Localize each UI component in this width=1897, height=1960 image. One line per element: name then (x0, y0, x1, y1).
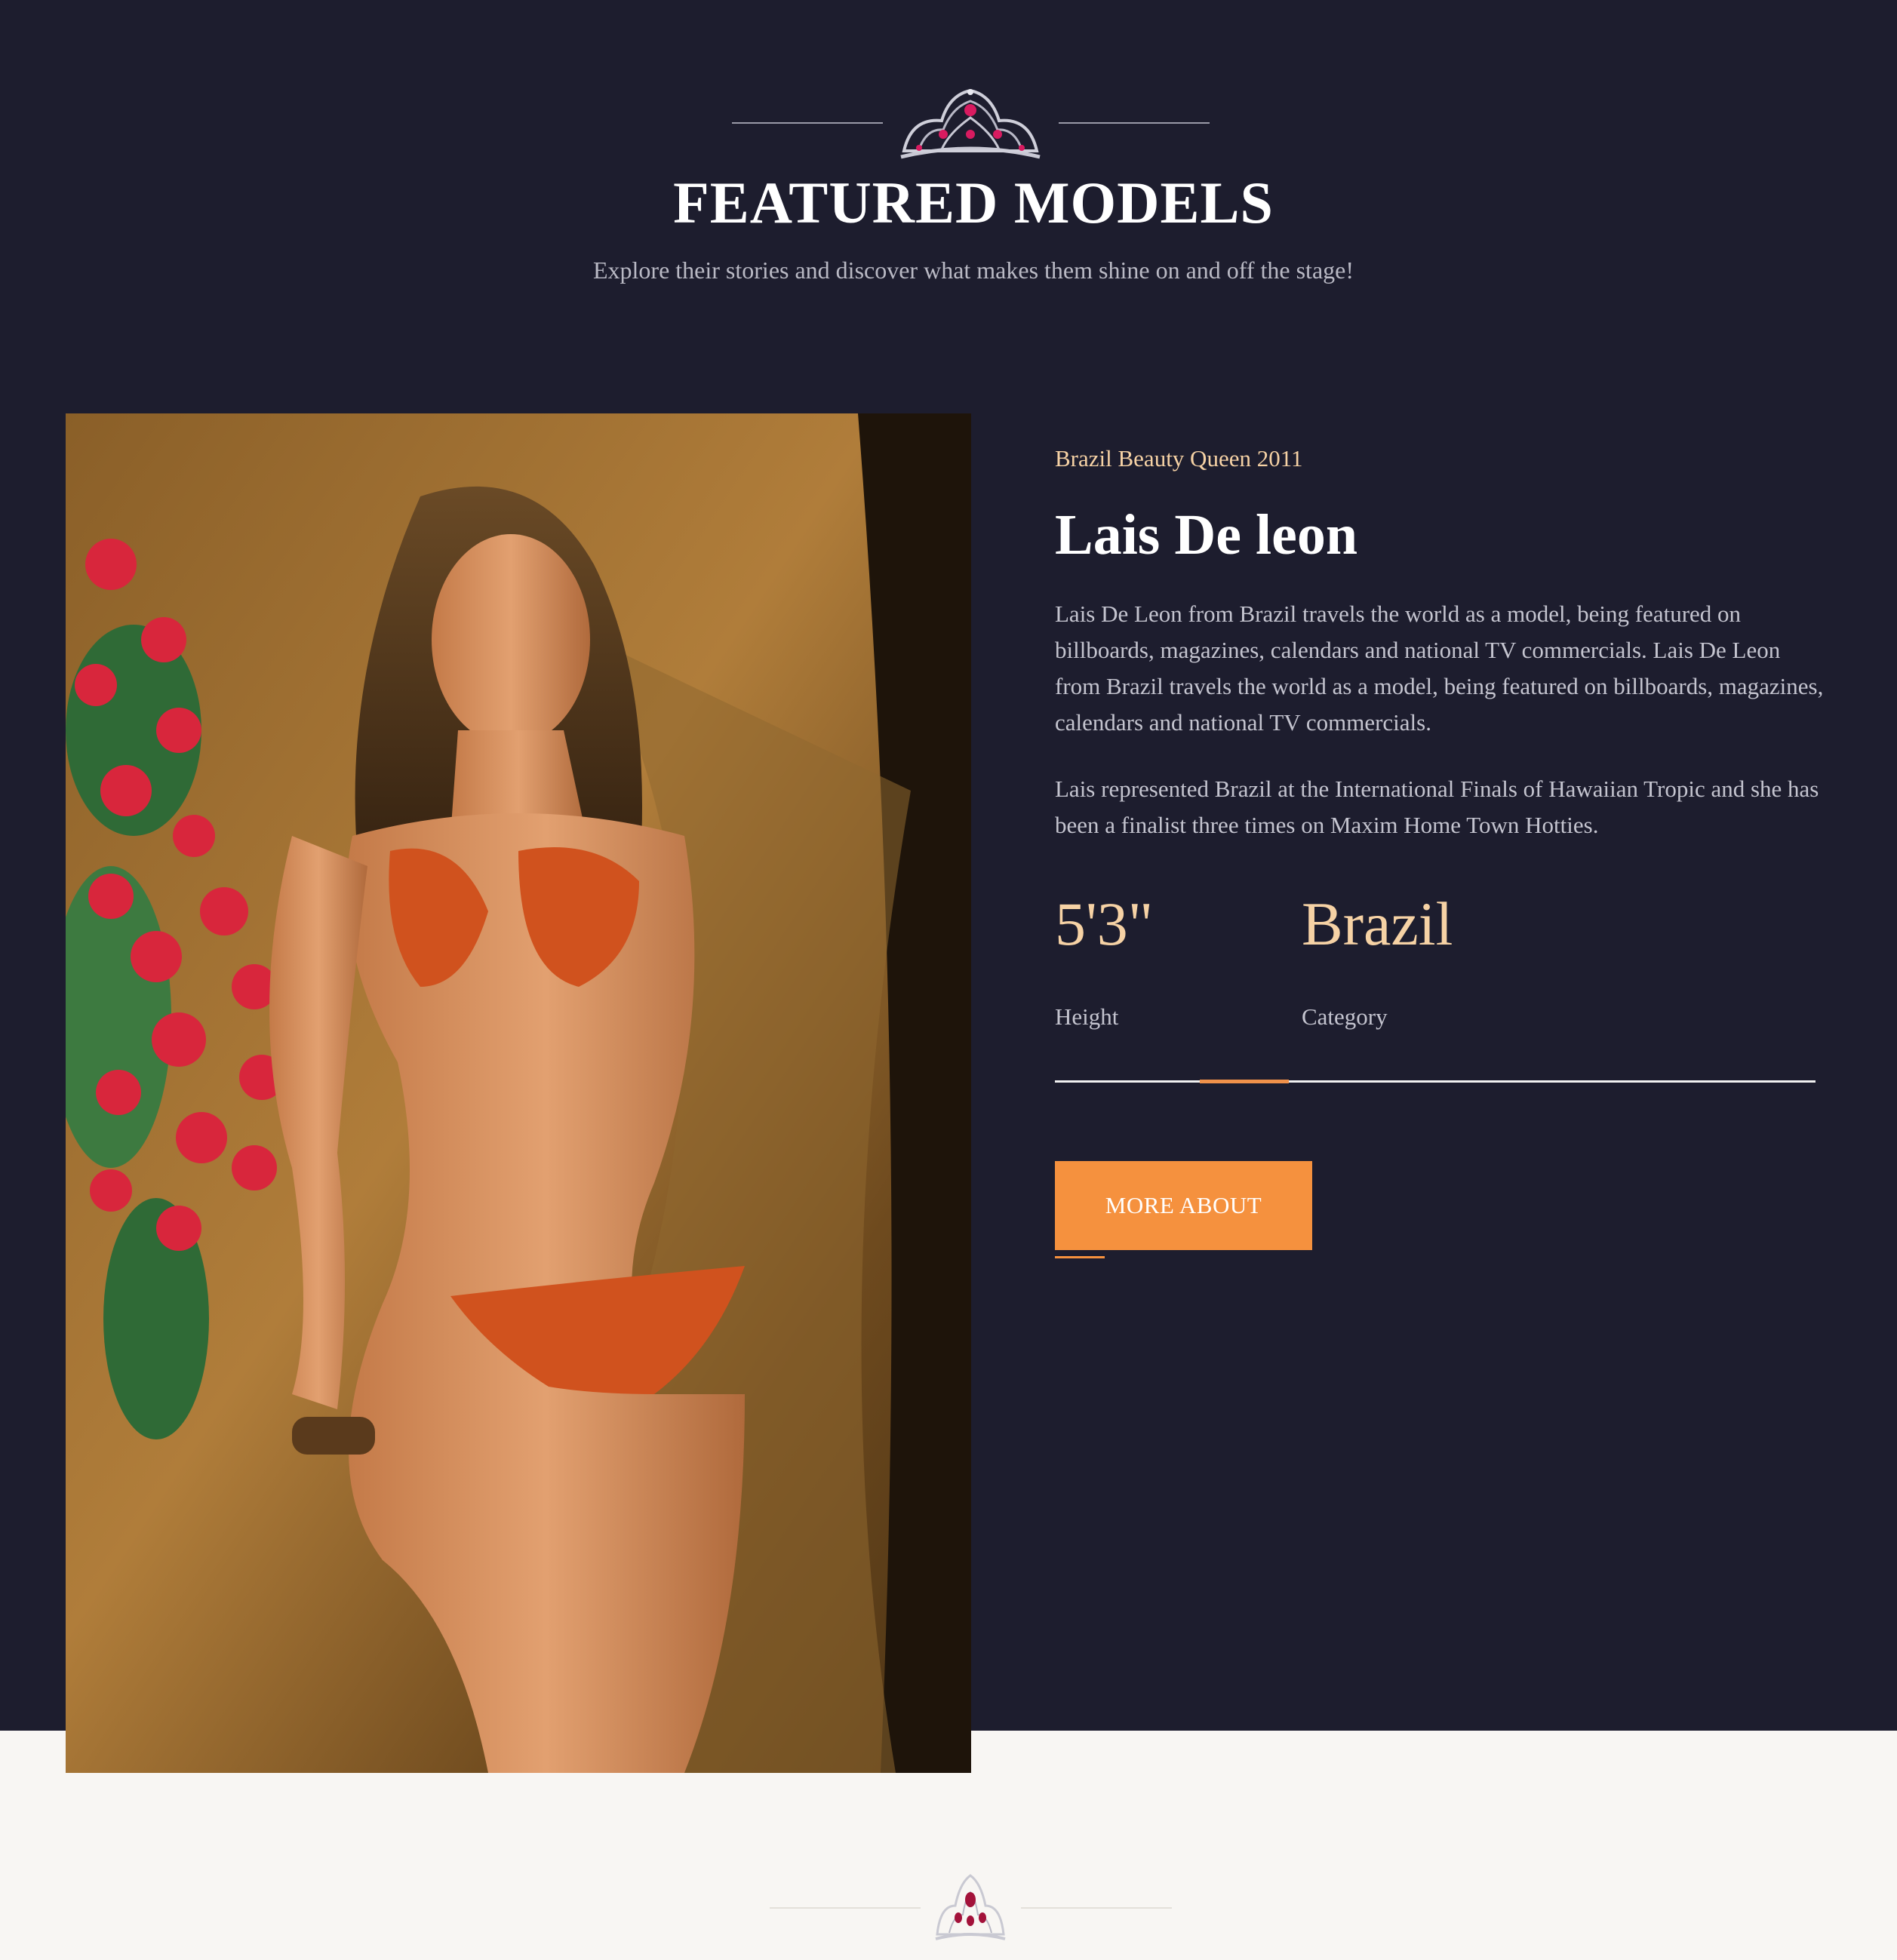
title-rule-left (732, 122, 883, 124)
height-value: 5'3" (1055, 889, 1154, 958)
model-bio-paragraph: Lais De Leon from Brazil travels the wor… (1055, 601, 1824, 736)
more-about-button[interactable]: MORE ABOUT (1055, 1161, 1312, 1250)
next-section-rule-left (770, 1907, 921, 1909)
model-name: Lais De leon (1055, 503, 1358, 567)
section-title: FEATURED MODELS (673, 170, 1274, 235)
section-subtitle: Explore their stories and discover what … (592, 257, 1354, 284)
height-label: Height (1055, 1003, 1119, 1030)
tiara-icon (900, 88, 1041, 159)
slider-progress-track (1055, 1080, 1816, 1083)
button-underline (1055, 1256, 1105, 1258)
model-title-tag: Brazil Beauty Queen 2011 (1055, 445, 1303, 472)
slider-progress-indicator (1199, 1080, 1289, 1083)
next-section-rule-right (1021, 1907, 1172, 1909)
model-bio-paragraph: Lais represented Brazil at the Internati… (1055, 776, 1819, 838)
category-value: Brazil (1302, 889, 1453, 958)
tiara-icon (935, 1874, 1006, 1940)
model-photo (66, 413, 971, 1773)
title-rule-right (1059, 122, 1210, 124)
category-label: Category (1302, 1003, 1388, 1030)
